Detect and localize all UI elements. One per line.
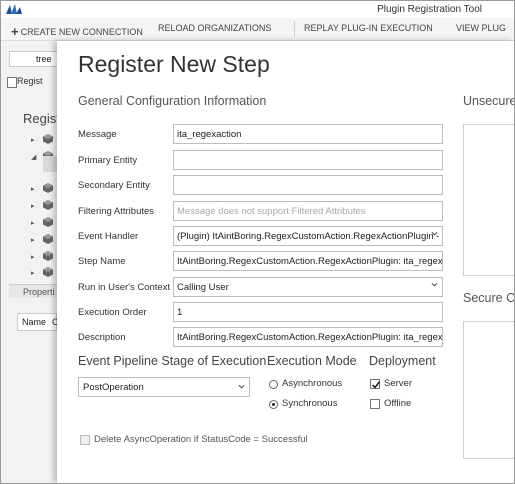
step-name-input[interactable]: ItAintBoring.RegexCustomAction.RegexActi… [173, 251, 443, 271]
assembly-cube-icon [43, 234, 53, 244]
expand-icon: ▸ [31, 203, 35, 210]
create-connection-button[interactable]: + CREATE NEW CONNECTION [11, 23, 143, 39]
replay-execution-button[interactable]: REPLAY PLUG-IN EXECUTION [304, 23, 433, 33]
delete-async-checkbox[interactable] [80, 435, 90, 445]
asynchronous-label: Asynchronous [282, 378, 343, 389]
tree-item[interactable]: ▸ [31, 234, 57, 246]
view-plugin-button[interactable]: VIEW PLUG [456, 23, 506, 33]
run-context-value: Calling User [177, 282, 229, 293]
app-titlebar: Plugin Registration Tool [1, 1, 514, 18]
tree-item[interactable]: ▸ [31, 217, 57, 229]
chevron-down-icon [431, 231, 438, 236]
synchronous-radio[interactable] [269, 400, 278, 409]
expand-icon: ▸ [31, 186, 35, 193]
properties-grid-header: Name C [17, 313, 59, 331]
execution-order-label: Execution Order [78, 307, 147, 318]
dynamics-logo-icon [6, 4, 22, 14]
primary-entity-label: Primary Entity [78, 155, 138, 166]
execution-mode-header: Execution Mode [267, 354, 357, 368]
message-row: Message ita_regexaction [78, 124, 448, 144]
event-handler-row: Event Handler (Plugin) ItAintBoring.Rege… [78, 226, 448, 246]
radio-selected-dot [272, 403, 275, 406]
left-pane: tree Regist Registe ▸ ◢ ▸ ▸ ▸ ▸ ▸ ▸ Prop… [1, 41, 67, 483]
screenshot-frame: Plugin Registration Tool + CREATE NEW CON… [0, 0, 515, 484]
dialog-title: Register New Step [78, 51, 270, 77]
chevron-down-icon [431, 282, 438, 287]
secondary-entity-row: Secondary Entity [78, 175, 448, 195]
tree-item[interactable]: ▸ [31, 200, 57, 212]
expand-icon: ▸ [31, 220, 35, 227]
general-config-header: General Configuration Information [78, 94, 267, 108]
tree-item[interactable]: ▸ [31, 251, 57, 263]
deployment-header: Deployment [369, 354, 436, 368]
selected-tree-node[interactable] [43, 156, 57, 172]
assembly-cube-icon [43, 251, 53, 261]
chevron-down-icon [238, 384, 245, 389]
delete-async-label: Delete AsyncOperation if StatusCode = Su… [94, 434, 308, 445]
run-context-label: Run in User's Context [78, 282, 171, 293]
execution-order-input[interactable]: 1 [173, 302, 443, 322]
run-context-row: Run in User's Context Calling User [78, 277, 448, 297]
execution-order-row: Execution Order 1 [78, 302, 448, 322]
secondary-entity-input[interactable] [173, 175, 443, 195]
filtering-attributes-label: Filtering Attributes [78, 206, 155, 217]
secondary-entity-label: Secondary Entity [78, 180, 150, 191]
register-icon [7, 77, 17, 88]
tree-item[interactable]: ▸ [31, 134, 57, 146]
expand-icon: ▸ [31, 237, 35, 244]
app-title: Plugin Registration Tool [377, 4, 482, 15]
assembly-cube-icon [43, 217, 53, 227]
description-row: Description ItAintBoring.RegexCustomActi… [78, 327, 448, 347]
expand-icon: ▸ [31, 137, 35, 144]
checkmark-icon [371, 381, 381, 389]
secure-config-textarea[interactable] [463, 321, 514, 459]
tree-item[interactable]: ▸ [31, 267, 57, 279]
server-label: Server [384, 378, 412, 389]
primary-entity-input[interactable] [173, 150, 443, 170]
register-button[interactable]: Regist [17, 76, 43, 86]
event-handler-select[interactable]: (Plugin) ItAintBoring.RegexCustomAction.… [173, 226, 443, 246]
run-context-select[interactable]: Calling User [173, 277, 443, 297]
expand-icon: ▸ [31, 254, 35, 261]
expand-icon: ▸ [31, 270, 35, 277]
properties-tab[interactable]: Properti [9, 284, 57, 298]
primary-entity-row: Primary Entity [78, 150, 448, 170]
plus-icon: + [11, 24, 19, 39]
message-input[interactable]: ita_regexaction [173, 124, 443, 144]
app-toolbar: + CREATE NEW CONNECTION RELOAD ORGANIZATI… [1, 18, 514, 41]
description-input[interactable]: ItAintBoring.RegexCustomAction.RegexActi… [173, 327, 443, 347]
message-label: Message [78, 129, 117, 140]
toolbar-divider [294, 21, 295, 37]
assembly-cube-icon [43, 183, 53, 193]
server-checkbox[interactable] [370, 379, 381, 389]
synchronous-label: Synchronous [282, 398, 338, 409]
secure-config-header: Secure C [463, 291, 515, 305]
offline-checkbox[interactable] [370, 399, 380, 409]
event-handler-label: Event Handler [78, 231, 139, 242]
assembly-cube-icon [43, 267, 53, 277]
description-label: Description [78, 332, 126, 343]
pipeline-stage-header: Event Pipeline Stage of Execution [78, 354, 267, 368]
assembly-cube-icon [43, 200, 53, 210]
filtering-attributes-input[interactable]: Message does not support Filtered Attrib… [173, 201, 443, 221]
tree-item[interactable]: ▸ [31, 183, 57, 195]
tree-tab[interactable]: tree [9, 51, 59, 67]
step-name-row: Step Name ItAintBoring.RegexCustomAction… [78, 251, 448, 271]
column-name-header[interactable]: Name [22, 317, 46, 327]
unsecure-config-header: Unsecure [463, 94, 515, 108]
pipeline-stage-value: PostOperation [83, 382, 144, 393]
pipeline-stage-select[interactable]: PostOperation [78, 377, 250, 397]
unsecure-config-textarea[interactable] [463, 124, 514, 276]
offline-label: Offline [384, 398, 412, 409]
collapse-icon: ◢ [31, 154, 37, 161]
filtering-attributes-row: Filtering Attributes Message does not su… [78, 201, 448, 221]
step-name-label: Step Name [78, 256, 126, 267]
asynchronous-radio[interactable] [269, 380, 278, 389]
event-handler-value: (Plugin) ItAintBoring.RegexCustomAction.… [177, 231, 440, 242]
reload-organizations-button[interactable]: RELOAD ORGANIZATIONS [158, 23, 271, 33]
assembly-cube-icon [43, 134, 53, 144]
register-step-dialog: Register New Step General Configuration … [57, 41, 514, 483]
